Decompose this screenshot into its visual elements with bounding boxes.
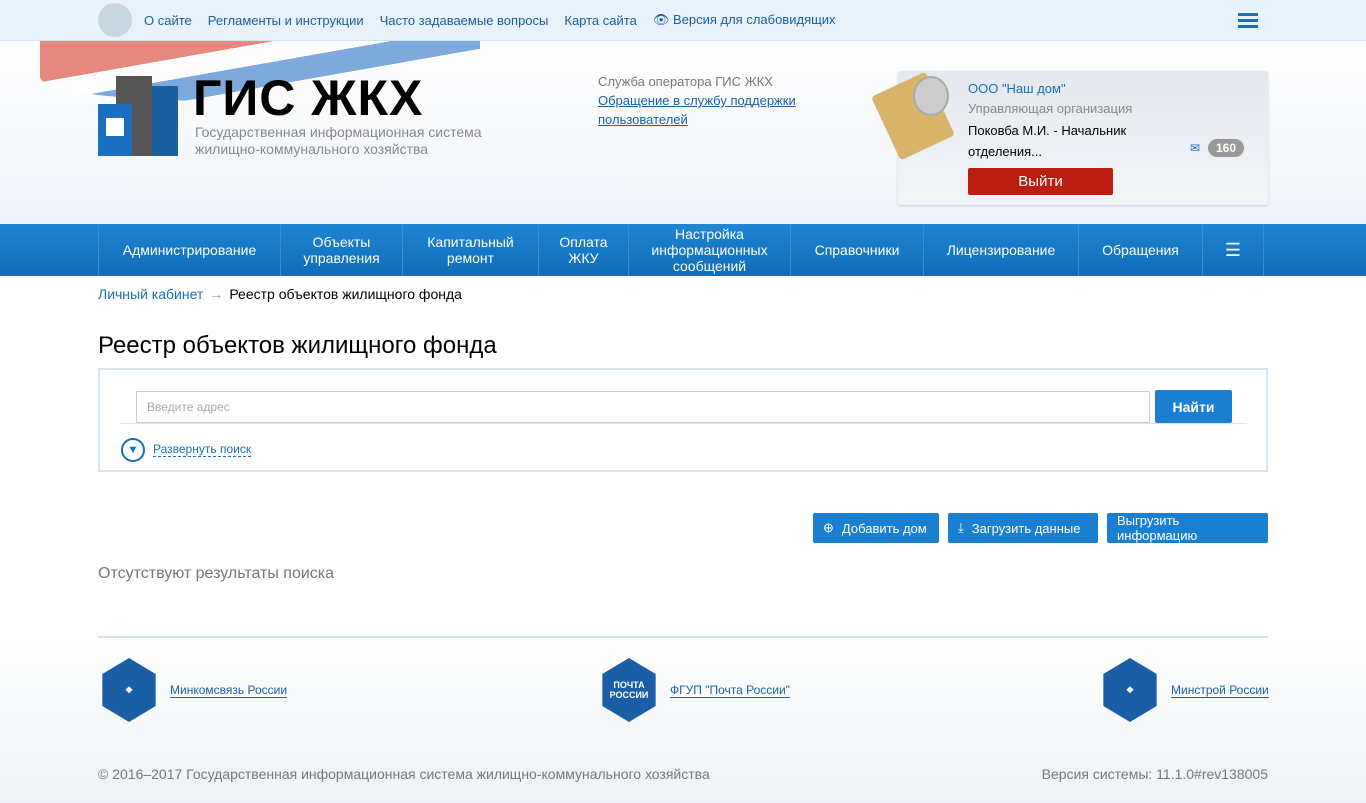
footer: ❖ Минкомсвязь России ПОЧТА РОССИИ ФГУП "По… — [0, 636, 1366, 803]
main-nav: Администрирование Объекты управления Кап… — [0, 224, 1366, 276]
logo-subtitle: Государственная информационная система ж… — [195, 124, 482, 157]
breadcrumb: Личный кабинет → Реестр объектов жилищного… — [98, 286, 462, 302]
nav-capital-repair[interactable]: Капитальный ремонт — [402, 224, 538, 276]
breadcrumb-home[interactable]: Личный кабинет — [98, 286, 203, 302]
messages-badge[interactable]: 160 — [1208, 139, 1245, 157]
emblem-icon: ❖ — [1103, 658, 1157, 722]
nav-licensing[interactable]: Лицензирование — [923, 224, 1078, 276]
add-house-button[interactable]: ⊕ Добавить дом — [813, 513, 939, 543]
eye-icon: 👁 — [652, 12, 670, 27]
key-ring-icon — [913, 76, 949, 116]
pochta-logo: ПОЧТА РОССИИ — [602, 658, 656, 722]
user-role: Управляющая организация — [968, 101, 1133, 116]
plus-circle-icon: ⊕ — [823, 520, 834, 535]
partner-link[interactable]: Минкомсвязь России — [170, 683, 288, 698]
building-logo-icon — [98, 76, 178, 156]
expand-search-link[interactable]: Развернуть поиск — [153, 442, 252, 457]
menu-icon[interactable] — [1238, 13, 1258, 31]
page-title: Реестр объектов жилищного фонда — [98, 332, 497, 359]
partner-minkomsvyaz: ❖ Минкомсвязь России — [98, 658, 288, 722]
nav-objects[interactable]: Объекты управления — [280, 224, 402, 276]
link-about[interactable]: О сайте — [144, 13, 192, 28]
link-regulations[interactable]: Регламенты и инструкции — [208, 13, 364, 28]
nav-appeals[interactable]: Обращения — [1078, 224, 1202, 276]
upload-data-button[interactable]: ⤓ Загрузить данные — [948, 513, 1098, 543]
logout-button[interactable]: Выйти — [968, 168, 1113, 195]
top-bar: О сайте Регламенты и инструкции Часто за… — [0, 0, 1366, 41]
mail-icon[interactable]: ✉ — [1190, 141, 1200, 155]
logo-title: ГИС ЖКХ — [193, 70, 424, 126]
link-sitemap[interactable]: Карта сайта — [564, 13, 636, 28]
partner-minstroy: ❖ Минстрой России — [1099, 658, 1269, 722]
nav-references[interactable]: Справочники — [790, 224, 923, 276]
find-button[interactable]: Найти — [1155, 390, 1232, 423]
emblem-icon — [98, 3, 132, 37]
divider — [120, 423, 1247, 424]
user-name: Поковба М.И. - Начальник отделения... — [968, 123, 1127, 159]
header: ГИС ЖКХ Государственная информационная с… — [0, 41, 1366, 224]
search-panel: Найти ▼ Развернуть поиск — [98, 368, 1268, 472]
chevron-down-icon[interactable]: ▼ — [121, 438, 145, 462]
partner-pochta: ПОЧТА РОССИИ ФГУП "Почта России" — [598, 658, 790, 722]
export-info-button[interactable]: Выгрузить информацию — [1107, 513, 1268, 543]
address-input[interactable] — [136, 391, 1150, 423]
nav-administration[interactable]: Администрирование — [98, 224, 280, 276]
org-link[interactable]: ООО "Наш дом" — [968, 81, 1066, 96]
nav-payment[interactable]: Оплата ЖКУ — [538, 224, 628, 276]
download-icon: ⤓ — [958, 520, 964, 535]
partner-link[interactable]: Минстрой России — [1171, 683, 1269, 698]
system-version: Версия системы: 11.1.0#rev138005 — [1041, 766, 1268, 782]
support-block: Служба оператора ГИС ЖКХ Обращение в слу… — [598, 72, 798, 129]
support-link[interactable]: Обращение в службу поддержки пользовател… — [598, 91, 798, 129]
footer-divider — [98, 636, 1268, 638]
no-results-text: Отсутствуют результаты поиска — [98, 565, 335, 582]
user-panel: ООО "Наш дом" Управляющая организация По… — [871, 71, 1268, 205]
link-faq[interactable]: Часто задаваемые вопросы — [380, 13, 549, 28]
emblem-icon: ❖ — [102, 658, 156, 722]
nav-more-icon[interactable]: ☰ — [1202, 224, 1264, 276]
link-accessibility[interactable]: 👁 Версия для слабовидящих — [653, 12, 836, 28]
partner-link[interactable]: ФГУП "Почта России" — [670, 683, 790, 698]
nav-messages-settings[interactable]: Настройка информационных сообщений — [628, 224, 790, 276]
copyright: © 2016–2017 Государственная информационн… — [98, 766, 710, 782]
arrow-icon: → — [209, 286, 224, 302]
